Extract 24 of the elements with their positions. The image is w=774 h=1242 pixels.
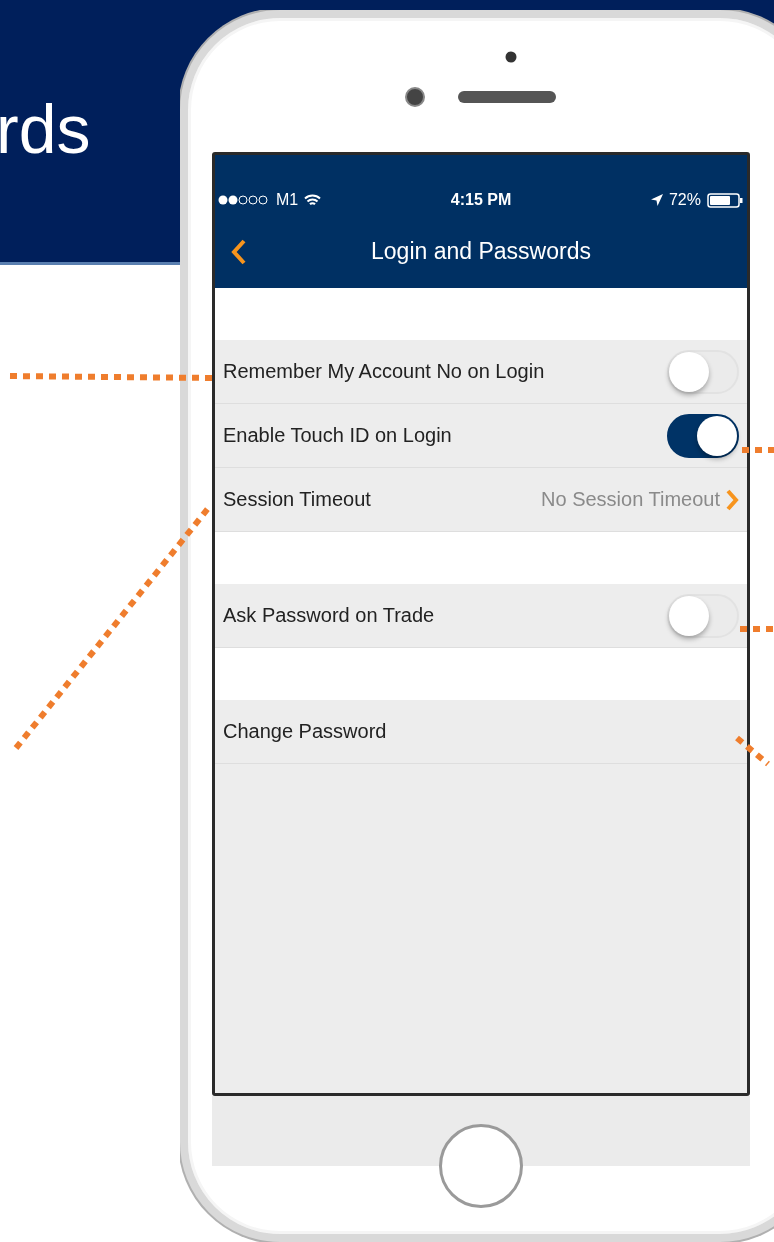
row-label: Ask Password on Trade (223, 604, 436, 627)
front-camera-icon (404, 86, 426, 108)
back-chevron-icon[interactable] (231, 238, 247, 265)
screen-title: Login and Passwords (371, 238, 591, 264)
row-value: No Session Timeout (541, 488, 720, 511)
status-time: 4:15 PM (450, 191, 512, 208)
row-label: Remember My Account No on Login (223, 360, 546, 383)
row-label: Change Password (223, 720, 388, 743)
camera-icon (504, 50, 518, 64)
carrier-name: M1 (276, 191, 299, 209)
row-label: Session Timeout (223, 488, 372, 511)
slide-heading: rds (0, 90, 91, 168)
leader-line (740, 626, 774, 632)
battery-percentage: 72% (668, 191, 701, 209)
leader-line (742, 447, 774, 453)
wifi-icon (304, 193, 322, 207)
leader-line (735, 735, 770, 767)
battery-icon (707, 192, 743, 208)
speaker-icon (457, 90, 557, 104)
toggle-switch[interactable] (667, 413, 739, 458)
row-label: Enable Touch ID on Login (223, 424, 453, 447)
chevron-right-icon (726, 488, 739, 511)
signal-dots-icon (218, 194, 270, 206)
location-arrow-icon (649, 193, 664, 207)
